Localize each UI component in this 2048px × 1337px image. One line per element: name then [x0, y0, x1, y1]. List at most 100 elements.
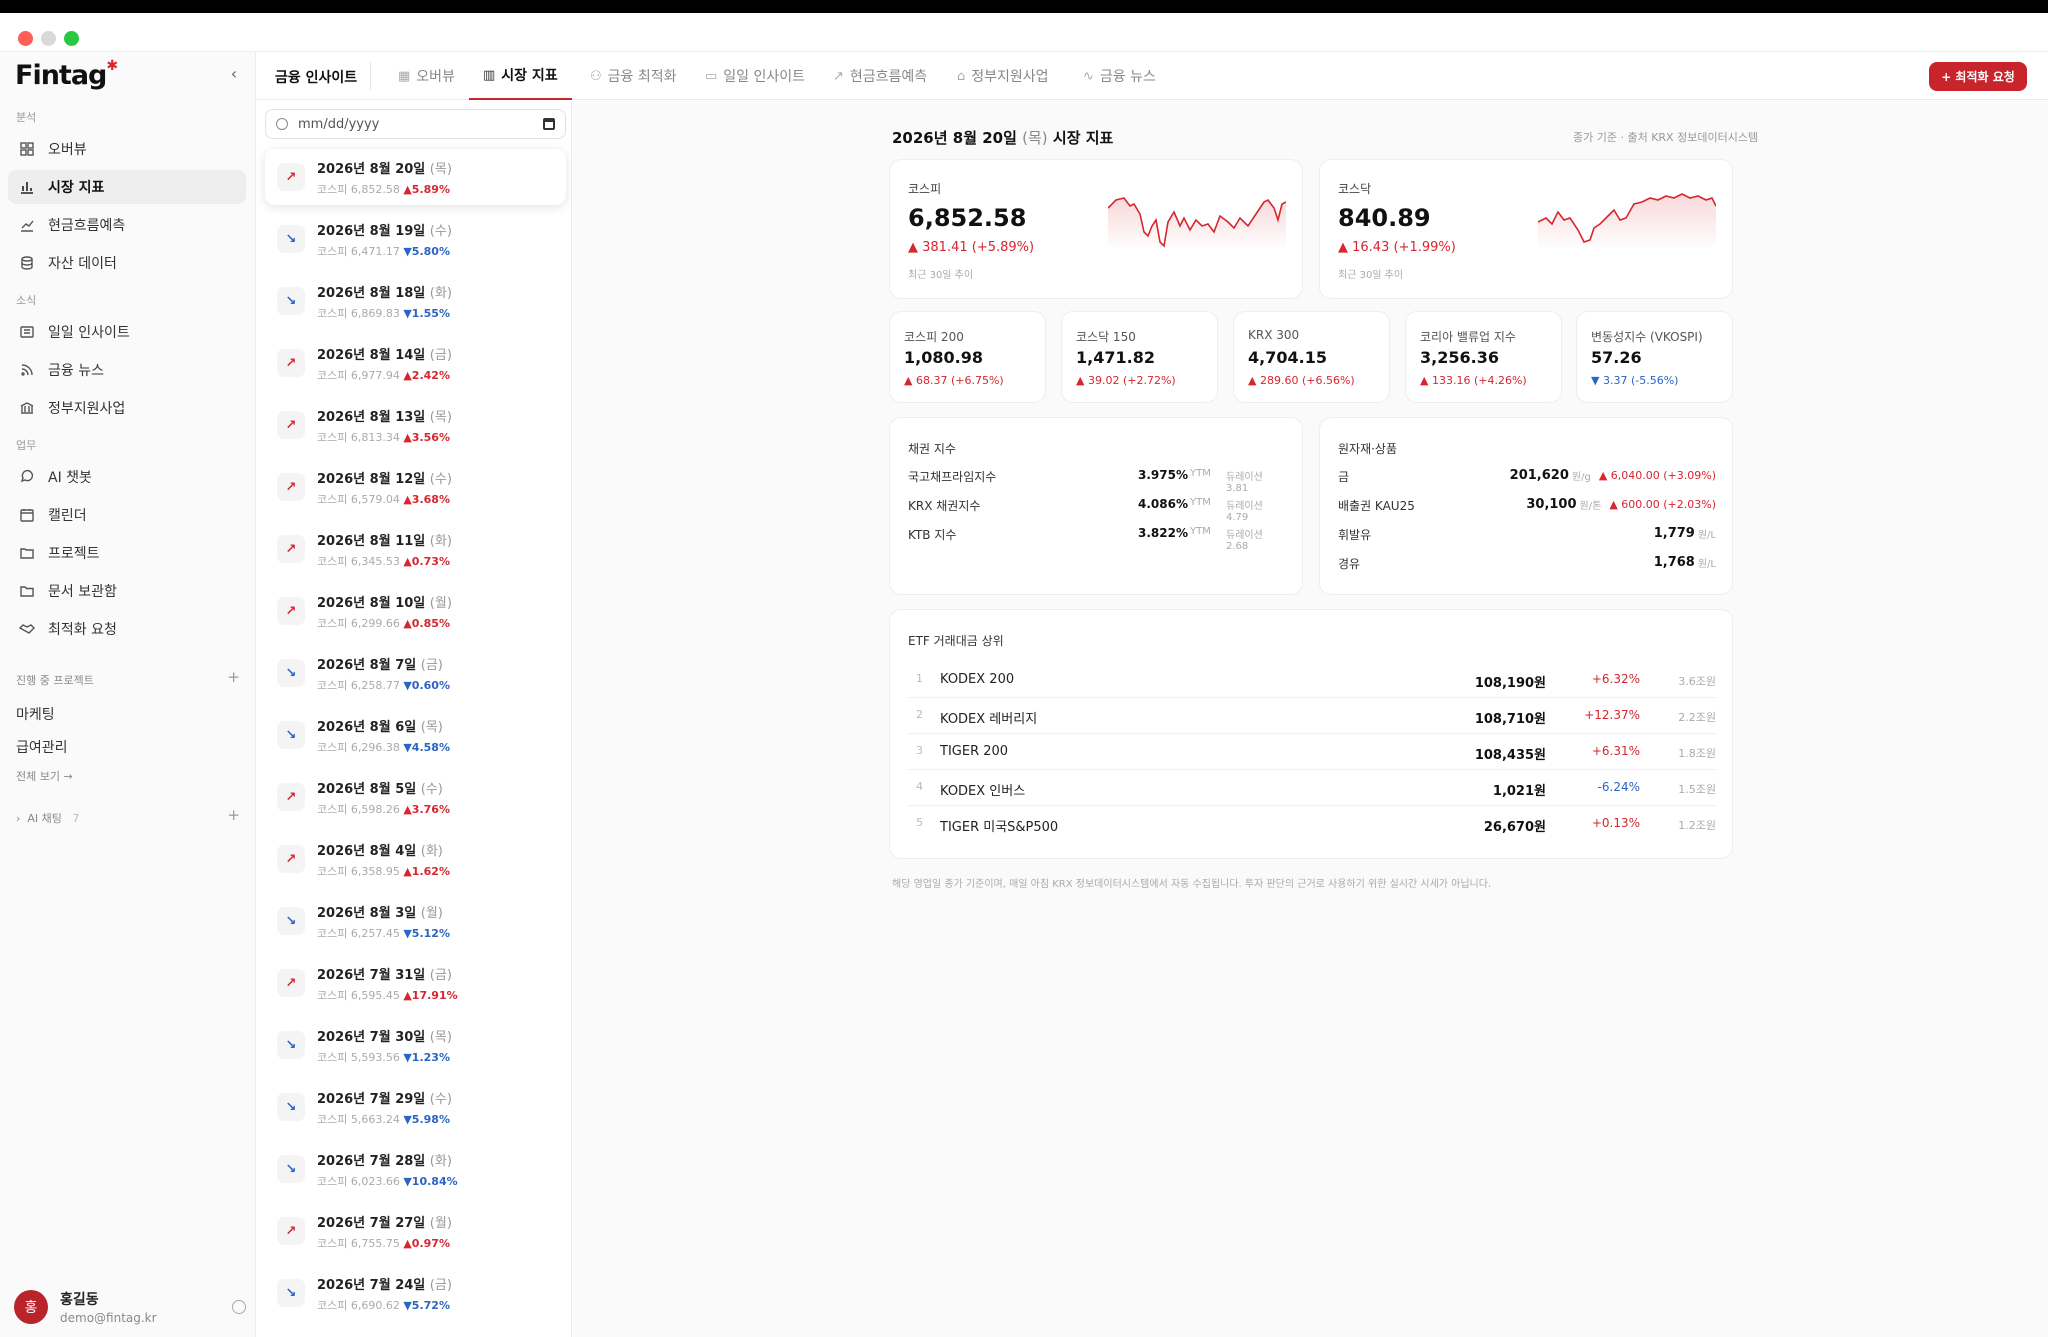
bank-icon	[18, 399, 36, 417]
tab-cashflow[interactable]: ↗ 현금흐름예측	[833, 52, 927, 100]
date-list-item[interactable]: ↘ 2026년 8월 19일 (수) 코스피 6,471.17 ▼5.80%	[265, 211, 566, 267]
date-list-item[interactable]: ↗ 2026년 8월 14일 (금) 코스피 6,977.94 ▲2.42%	[265, 335, 566, 391]
tab-gov-support[interactable]: ⌂ 정부지원사업	[957, 52, 1049, 100]
project-item-marketing[interactable]: 마케팅	[16, 704, 55, 724]
etf-rank: 5	[916, 816, 923, 829]
date-list-item[interactable]: ↘ 2026년 7월 24일 (금) 코스피 6,690.62 ▼5.72%	[265, 1265, 566, 1321]
tab-finance-news[interactable]: ∿ 금융 뉴스	[1083, 52, 1156, 100]
section-label-news: 소식	[16, 294, 37, 307]
etf-row[interactable]: 2 KODEX 레버리지 108,710원 +12.37% 2.2조원	[908, 698, 1716, 734]
index-card[interactable]: 변동성지수 (VKOSPI) 57.26 ▼ 3.37 (-5.56%)	[1576, 311, 1733, 403]
index-card[interactable]: 코리아 밸류업 지수 3,256.36 ▲ 133.16 (+4.26%)	[1405, 311, 1562, 403]
etf-top-title: ETF 거래대금 상위	[908, 634, 1004, 648]
tab-overview[interactable]: ▦ 오버뷰	[398, 52, 455, 100]
trend-down-icon: ↘	[277, 1093, 305, 1121]
project-item-payroll[interactable]: 급여관리	[16, 737, 68, 757]
commodity-name: 휘발유	[1338, 528, 1372, 542]
date-list-item[interactable]: ↘ 2026년 7월 30일 (목) 코스피 5,593.56 ▼1.23%	[265, 1017, 566, 1073]
date-item-summary: 코스피 6,257.45 ▼5.12%	[317, 925, 450, 941]
date-list-item[interactable]: ↗ 2026년 8월 12일 (수) 코스피 6,579.04 ▲3.68%	[265, 459, 566, 515]
sidebar-item-label: 오버뷰	[48, 142, 87, 158]
etf-row[interactable]: 4 KODEX 인버스 1,021원 -6.24% 1.5조원	[908, 770, 1716, 806]
close-window-button[interactable]	[18, 31, 33, 46]
minimize-window-button[interactable]	[41, 31, 56, 46]
date-item-summary: 코스피 6,690.62 ▼5.72%	[317, 1297, 452, 1313]
ai-chat-count: 7	[72, 812, 80, 825]
etf-price: 26,670원	[1483, 820, 1546, 835]
app-logo[interactable]: Fintag✱	[15, 58, 118, 100]
user-profile[interactable]: 홍 홍길동 demo@fintag.kr	[14, 1287, 246, 1327]
sidebar-item-cashflow[interactable]: 현금흐름예측	[8, 208, 246, 242]
ai-chat-group[interactable]: › AI 채팅 7 +	[16, 808, 240, 826]
date-item-date: 2026년 8월 12일	[317, 471, 426, 487]
ai-chat-toggle[interactable]: › AI 채팅 7	[16, 810, 79, 826]
sidebar-item-daily-insight[interactable]: 일일 인사이트	[8, 315, 246, 349]
date-list-item[interactable]: ↗ 2026년 8월 13일 (목) 코스피 6,813.34 ▲3.56%	[265, 397, 566, 453]
date-item-summary: 코스피 6,358.95 ▲1.62%	[317, 863, 450, 879]
date-list-item[interactable]: ↘ 2026년 7월 28일 (화) 코스피 6,023.66 ▼10.84%	[265, 1141, 566, 1197]
date-list-item[interactable]: ↗ 2026년 7월 27일 (월) 코스피 6,755.75 ▲0.97%	[265, 1203, 566, 1259]
date-list-item[interactable]: ↗ 2026년 8월 20일 (목) 코스피 6,852.58 ▲5.89%	[265, 149, 566, 205]
date-item-title: 2026년 8월 20일 (목)	[317, 158, 452, 177]
date-item-date: 2026년 8월 7일	[317, 657, 417, 673]
kospi-card[interactable]: 코스피 6,852.58 ▲ 381.41 (+5.89%) 최근 30일 추이	[889, 159, 1303, 299]
date-list-item[interactable]: ↗ 2026년 8월 11일 (화) 코스피 6,345.53 ▲0.73%	[265, 521, 566, 577]
maximize-window-button[interactable]	[64, 31, 79, 46]
add-chat-icon[interactable]: +	[227, 808, 240, 826]
date-list-item[interactable]: ↘ 2026년 7월 29일 (수) 코스피 5,663.24 ▼5.98%	[265, 1079, 566, 1135]
date-list-item[interactable]: ↗ 2026년 8월 5일 (수) 코스피 6,598.26 ▲3.76%	[265, 769, 566, 825]
optimization-request-button[interactable]: + 최적화 요청	[1929, 62, 2027, 91]
tab-daily-insight[interactable]: ▭ 일일 인사이트	[705, 52, 805, 100]
date-list-item[interactable]: ↗ 2026년 8월 10일 (월) 코스피 6,299.66 ▲0.85%	[265, 583, 566, 639]
etf-volume: 1.5조원	[1678, 783, 1716, 796]
sidebar-item-optimization-request[interactable]: 최적화 요청	[8, 612, 246, 646]
sidebar-item-projects[interactable]: 프로젝트	[8, 536, 246, 570]
collapse-sidebar-icon[interactable]: ‹	[226, 66, 242, 82]
sidebar-item-gov-support[interactable]: 정부지원사업	[8, 391, 246, 425]
index-card-change: ▲ 68.37 (+6.75%)	[904, 374, 1004, 387]
date-item-summary: 코스피 6,296.38 ▼4.58%	[317, 739, 450, 755]
date-list-item[interactable]: ↘ 2026년 8월 3일 (월) 코스피 6,257.45 ▼5.12%	[265, 893, 566, 949]
tab-market-indicators[interactable]: ▥ 시장 지표	[469, 52, 572, 100]
index-card[interactable]: 코스닥 150 1,471.82 ▲ 39.02 (+2.72%)	[1061, 311, 1218, 403]
sidebar-item-overview[interactable]: 오버뷰	[8, 132, 246, 166]
date-item-kospi: 코스피 6,299.66	[317, 616, 400, 630]
date-list-item[interactable]: ↗ 2026년 7월 31일 (금) 코스피 6,595.45 ▲17.91%	[265, 955, 566, 1011]
tab-finance-optimization[interactable]: ⚇ 금융 최적화	[590, 52, 677, 100]
sidebar-item-finance-news[interactable]: 금융 뉴스	[8, 353, 246, 387]
user-email: demo@fintag.kr	[60, 1311, 157, 1325]
date-list-item[interactable]: ↘ 2026년 8월 18일 (화) 코스피 6,869.83 ▼1.55%	[265, 273, 566, 329]
data-source-note: 종가 기준 · 출처 KRX 정보데이터시스템	[1573, 131, 1759, 144]
search-icon	[276, 118, 288, 130]
sidebar-item-asset-data[interactable]: 자산 데이터	[8, 246, 246, 280]
index-card[interactable]: 코스피 200 1,080.98 ▲ 68.37 (+6.75%)	[889, 311, 1046, 403]
date-item-kospi: 코스피 6,595.45	[317, 988, 400, 1002]
index-card[interactable]: KRX 300 4,704.15 ▲ 289.60 (+6.56%)	[1233, 311, 1390, 403]
date-item-title: 2026년 8월 7일 (금)	[317, 654, 450, 673]
calendar-icon[interactable]	[543, 118, 555, 130]
sidebar-item-document-archive[interactable]: 문서 보관함	[8, 574, 246, 608]
sidebar-item-calendar[interactable]: 캘린더	[8, 498, 246, 532]
etf-change: +0.13%	[1591, 816, 1640, 830]
settings-icon[interactable]	[232, 1300, 246, 1314]
see-all-projects-link[interactable]: 전체 보기 →	[16, 768, 73, 784]
add-project-icon[interactable]: +	[227, 670, 240, 688]
trend-up-icon: ↗	[277, 411, 305, 439]
date-list-item[interactable]: ↗ 2026년 8월 4일 (화) 코스피 6,358.95 ▲1.62%	[265, 831, 566, 887]
date-item-kospi: 코스피 6,296.38	[317, 740, 400, 754]
date-item-date: 2026년 8월 18일	[317, 285, 426, 301]
date-list-item[interactable]: ↘ 2026년 8월 7일 (금) 코스피 6,258.77 ▼0.60%	[265, 645, 566, 701]
etf-row[interactable]: 1 KODEX 200 108,190원 +6.32% 3.6조원	[908, 662, 1716, 698]
top-header: 금융 인사이트 ▦ 오버뷰 ▥ 시장 지표 ⚇ 금융 최적화 ▭ 일일 인사이트 ↗ 현금…	[257, 52, 2048, 100]
date-item-summary: 코스피 6,595.45 ▲17.91%	[317, 987, 458, 1003]
window-titlebar	[0, 13, 2048, 52]
etf-row[interactable]: 5 TIGER 미국S&P500 26,670원 +0.13% 1.2조원	[908, 806, 1716, 842]
date-item-weekday: (목)	[420, 719, 443, 735]
etf-row[interactable]: 3 TIGER 200 108,435원 +6.31% 1.8조원	[908, 734, 1716, 770]
sidebar-item-market-indicators[interactable]: 시장 지표	[8, 170, 246, 204]
trend-up-icon: ↗	[277, 783, 305, 811]
kosdaq-card[interactable]: 코스닥 840.89 ▲ 16.43 (+1.99%) 최근 30일 추이	[1319, 159, 1733, 299]
date-list-item[interactable]: ↘ 2026년 8월 6일 (목) 코스피 6,296.38 ▼4.58%	[265, 707, 566, 763]
date-search-input[interactable]: mm/dd/yyyy	[265, 109, 566, 139]
sidebar-item-ai-chatbot[interactable]: AI 챗봇	[8, 460, 246, 494]
